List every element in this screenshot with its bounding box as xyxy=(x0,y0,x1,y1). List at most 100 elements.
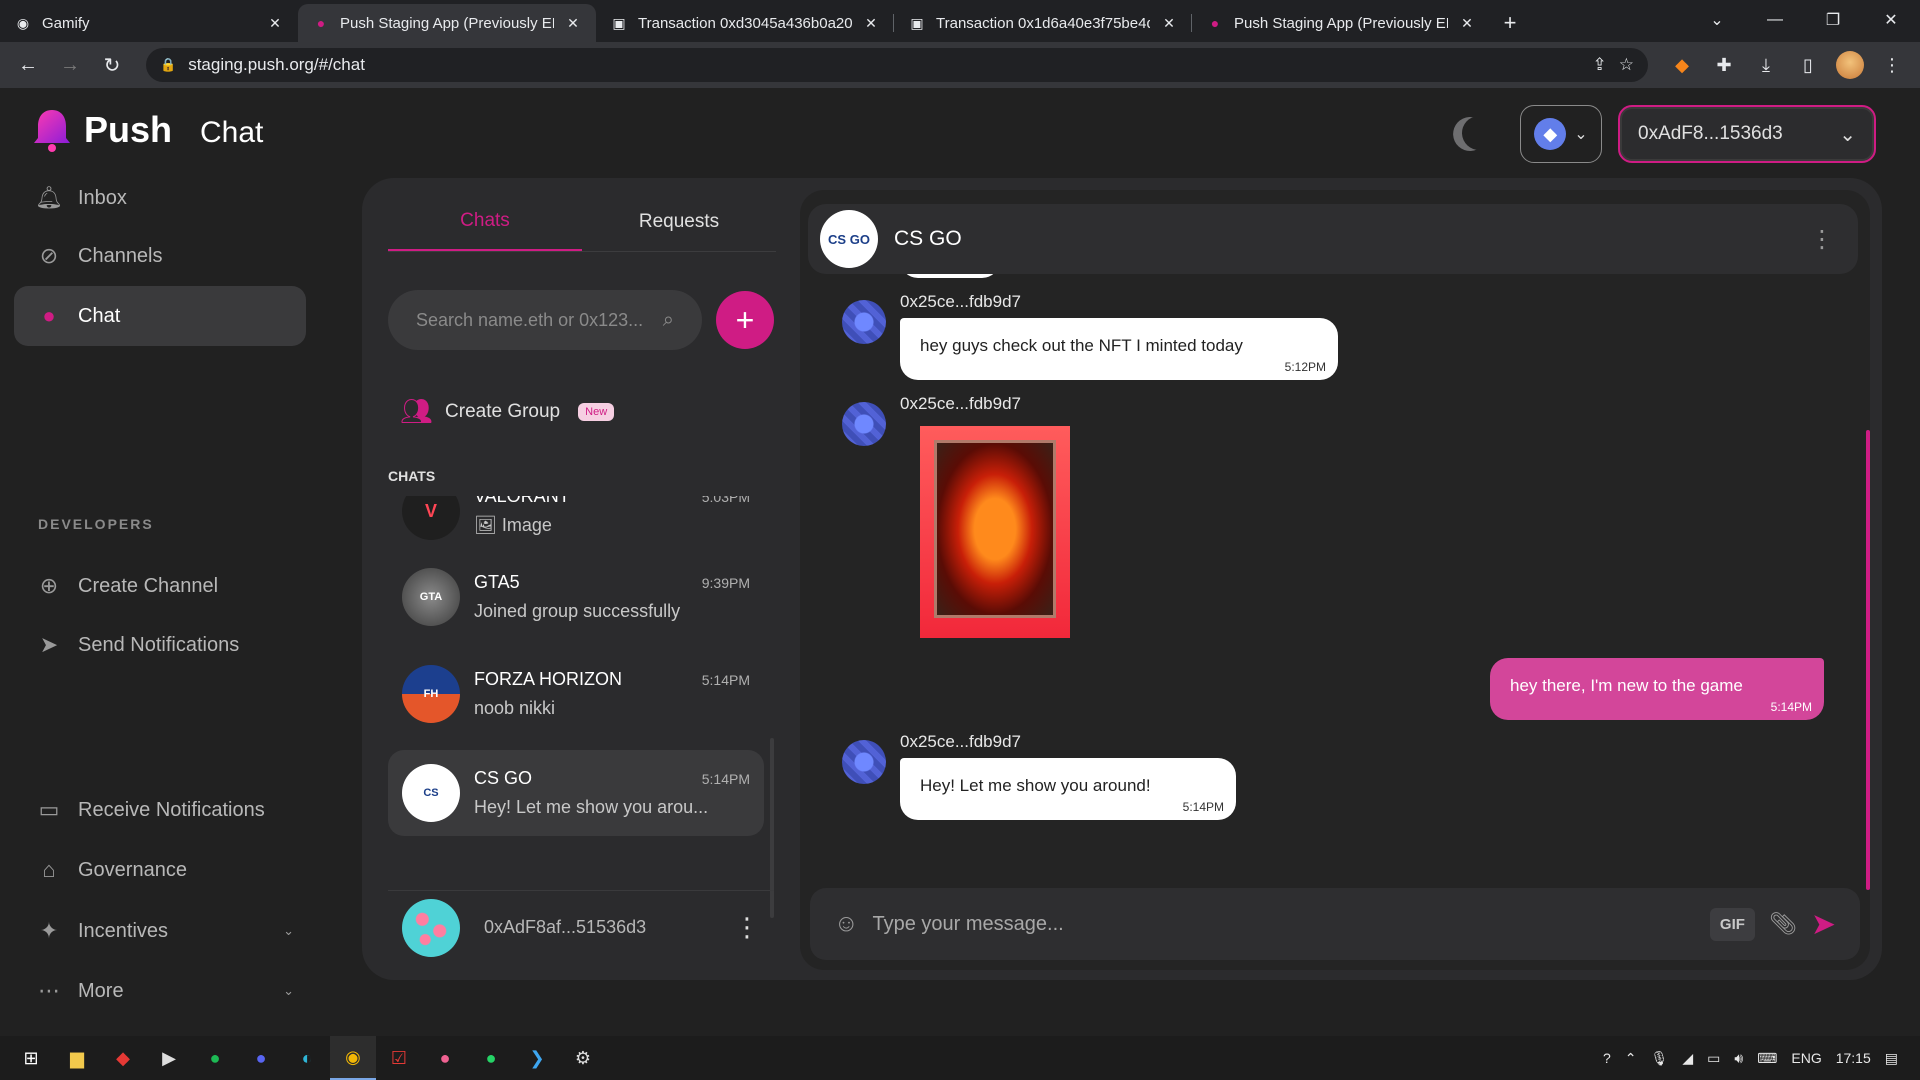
send-icon[interactable]: ➤ xyxy=(1811,907,1836,942)
sidebar-item-governance[interactable]: ⌂ Governance xyxy=(14,840,306,900)
chat-item-cs-go[interactable]: CS CS GO 5:14PM Hey! Let me show you aro… xyxy=(388,750,764,836)
sidebar-item-send-notifications[interactable]: ➤ Send Notifications xyxy=(14,615,306,675)
download-icon[interactable]: ⤓ xyxy=(1748,47,1784,83)
whatsapp-icon[interactable]: ● xyxy=(468,1036,514,1080)
tab-title: Push Staging App (Previously EPN xyxy=(340,14,554,32)
browser-tab-push-staging-2[interactable]: ● Push Staging App (Previously EPN ✕ xyxy=(1192,4,1490,42)
chat-item-valorant[interactable]: V VALORANT 5:03PM 🖼︎ Image xyxy=(388,496,764,554)
battery-icon[interactable]: ▭ xyxy=(1707,1050,1720,1067)
gif-button[interactable]: GIF xyxy=(1709,907,1755,941)
clock[interactable]: 17:15 xyxy=(1836,1050,1871,1066)
browser-tab-gamify[interactable]: ◉ Gamify ✕ xyxy=(0,4,298,42)
new-tab-button[interactable]: + xyxy=(1490,4,1530,42)
tab-close-icon[interactable]: ✕ xyxy=(862,14,880,32)
windows-start-icon[interactable]: ⊞ xyxy=(8,1036,54,1080)
app-settings-icon[interactable]: ⚙ xyxy=(560,1036,606,1080)
message-composer: ☺ Type your message... GIF 📎︎ ➤ xyxy=(810,888,1860,960)
dark-mode-moon-icon[interactable] xyxy=(1457,111,1501,155)
browser-tab-push-staging[interactable]: ● Push Staging App (Previously EPN ✕ xyxy=(298,4,596,42)
browser-menu-icon[interactable]: ⋮ xyxy=(1874,47,1910,83)
attachment-icon[interactable]: 📎︎ xyxy=(1769,911,1797,937)
chat-item-forza-horizon[interactable]: FH FORZA HORIZON 5:14PM noob nikki xyxy=(388,651,764,737)
share-icon[interactable]: ⇪ xyxy=(1593,55,1607,75)
app-red-diamond-icon[interactable]: ◆ xyxy=(100,1036,146,1080)
nft-image-message[interactable] xyxy=(920,426,1070,638)
keyboard-icon[interactable]: ⌨ xyxy=(1757,1050,1777,1067)
edge-icon[interactable]: ◐ xyxy=(284,1036,330,1080)
conversation-scrollbar[interactable] xyxy=(1866,430,1870,890)
language-indicator[interactable]: ENG xyxy=(1791,1050,1821,1066)
dots-icon: ⋯ xyxy=(38,978,60,1003)
message-input[interactable]: Type your message... xyxy=(873,913,1696,936)
close-window-icon[interactable]: ✕ xyxy=(1862,0,1920,40)
restore-icon[interactable]: ❐ xyxy=(1804,0,1862,40)
discord-icon[interactable]: ● xyxy=(238,1036,284,1080)
help-icon[interactable]: ? xyxy=(1603,1050,1611,1066)
forward-icon[interactable]: → xyxy=(52,47,88,83)
sidebar-item-incentives[interactable]: ✦ Incentives ⌄ xyxy=(14,901,306,961)
app-pink-icon[interactable]: ● xyxy=(422,1036,468,1080)
sidebar-item-receive-notifications[interactable]: ▭ Receive Notifications xyxy=(14,780,306,840)
my-avatar[interactable] xyxy=(402,898,460,957)
tab-chats[interactable]: Chats xyxy=(388,192,582,251)
cs-go-group-avatar[interactable]: CS GO xyxy=(820,210,878,268)
account-button[interactable]: 0xAdF8...1536d3 ⌄ xyxy=(1618,105,1876,163)
tab-title: Push Staging App (Previously EPN xyxy=(1234,14,1448,32)
chrome-icon[interactable]: ◉ xyxy=(330,1036,376,1080)
conversation-menu-icon[interactable]: ⋮ xyxy=(1810,225,1846,254)
conversation-title: CS GO xyxy=(894,227,962,250)
browser-tab-transaction-2[interactable]: ▣ Transaction 0x1d6a40e3f75be4d ✕ xyxy=(894,4,1192,42)
tray-chevron-icon[interactable]: ⌃ xyxy=(1625,1050,1637,1067)
network-selector-button[interactable]: ◆ ⌄ xyxy=(1520,105,1602,163)
tab-requests[interactable]: Requests xyxy=(582,192,776,251)
media-player-icon[interactable]: ▶ xyxy=(146,1036,192,1080)
reload-icon[interactable]: ↻ xyxy=(94,47,130,83)
search-input[interactable]: Search name.eth or 0x123... ⌕ xyxy=(388,290,702,350)
minimize-icon[interactable]: — xyxy=(1746,0,1804,40)
chat-item-body: GTA5 9:39PM Joined group successfully xyxy=(474,572,750,622)
network-icon[interactable]: ◢ xyxy=(1682,1050,1693,1067)
profile-avatar[interactable] xyxy=(1832,47,1868,83)
app-check-icon[interactable]: ☑ xyxy=(376,1036,422,1080)
new-chat-button[interactable]: + xyxy=(716,291,774,349)
etherscan-favicon-icon: ▣ xyxy=(612,14,626,31)
side-panel-icon[interactable]: ▯ xyxy=(1790,47,1826,83)
tab-close-icon[interactable]: ✕ xyxy=(564,14,582,32)
message-text: hey there, I'm new to the game xyxy=(1510,676,1743,695)
message-sender: 0x25ce...fdb9d7 xyxy=(900,292,1021,311)
microphone-icon[interactable]: 🎙︎ xyxy=(1651,1050,1669,1067)
vscode-icon[interactable]: ❯ xyxy=(514,1036,560,1080)
sidebar-item-chat[interactable]: ● Chat xyxy=(14,286,306,346)
push-logo[interactable]: Push xyxy=(30,106,172,154)
back-icon[interactable]: ← xyxy=(10,47,46,83)
search-icon[interactable]: ⌕ xyxy=(663,309,674,332)
cs-go-avatar: CS xyxy=(402,764,460,822)
file-explorer-icon[interactable]: ▆ xyxy=(54,1036,100,1080)
extensions-puzzle-icon[interactable]: ✚ xyxy=(1706,47,1742,83)
sidebar-item-more[interactable]: ⋯ More ⌄ xyxy=(14,961,306,1021)
tab-search-icon[interactable]: ⌄ xyxy=(1688,0,1746,40)
tab-close-icon[interactable]: ✕ xyxy=(266,14,284,32)
chat-item-body: VALORANT 5:03PM 🖼︎ Image xyxy=(474,496,750,536)
notifications-icon[interactable]: ▤ xyxy=(1885,1050,1898,1067)
message-sender: 0x25ce...fdb9d7 xyxy=(900,394,1021,413)
tab-close-icon[interactable]: ✕ xyxy=(1458,14,1476,32)
sidebar-item-channels[interactable]: ⊘ Channels xyxy=(14,226,306,286)
tab-close-icon[interactable]: ✕ xyxy=(1160,14,1178,32)
sidebar-item-create-channel[interactable]: ⊕ Create Channel xyxy=(14,556,306,616)
chat-last-message: 🖼︎ Image xyxy=(474,515,750,536)
metamask-extension-icon[interactable]: ◆ xyxy=(1664,47,1700,83)
browser-tab-transaction-1[interactable]: ▣ Transaction 0xd3045a436b0a20d ✕ xyxy=(596,4,894,42)
chevron-down-icon: ⌄ xyxy=(283,983,294,998)
account-address: 0xAdF8...1536d3 xyxy=(1638,123,1783,144)
chat-item-gta5[interactable]: GTA GTA5 9:39PM Joined group successfull… xyxy=(388,554,764,640)
sidebar-item-inbox[interactable]: 🔔︎ Inbox xyxy=(14,168,306,228)
create-group-button[interactable]: 👥︎ Create Group New xyxy=(400,396,615,427)
spotify-icon[interactable]: ● xyxy=(192,1036,238,1080)
bookmark-star-icon[interactable]: ☆ xyxy=(1619,55,1634,75)
volume-icon[interactable]: 🔊︎ xyxy=(1734,1050,1743,1067)
address-bar[interactable]: 🔒 staging.push.org/#/chat ⇪ ☆ xyxy=(146,48,1648,82)
emoji-icon[interactable]: ☺ xyxy=(834,910,859,938)
chat-tabs: Chats Requests xyxy=(388,192,776,252)
profile-menu-icon[interactable]: ⋮ xyxy=(734,912,760,943)
